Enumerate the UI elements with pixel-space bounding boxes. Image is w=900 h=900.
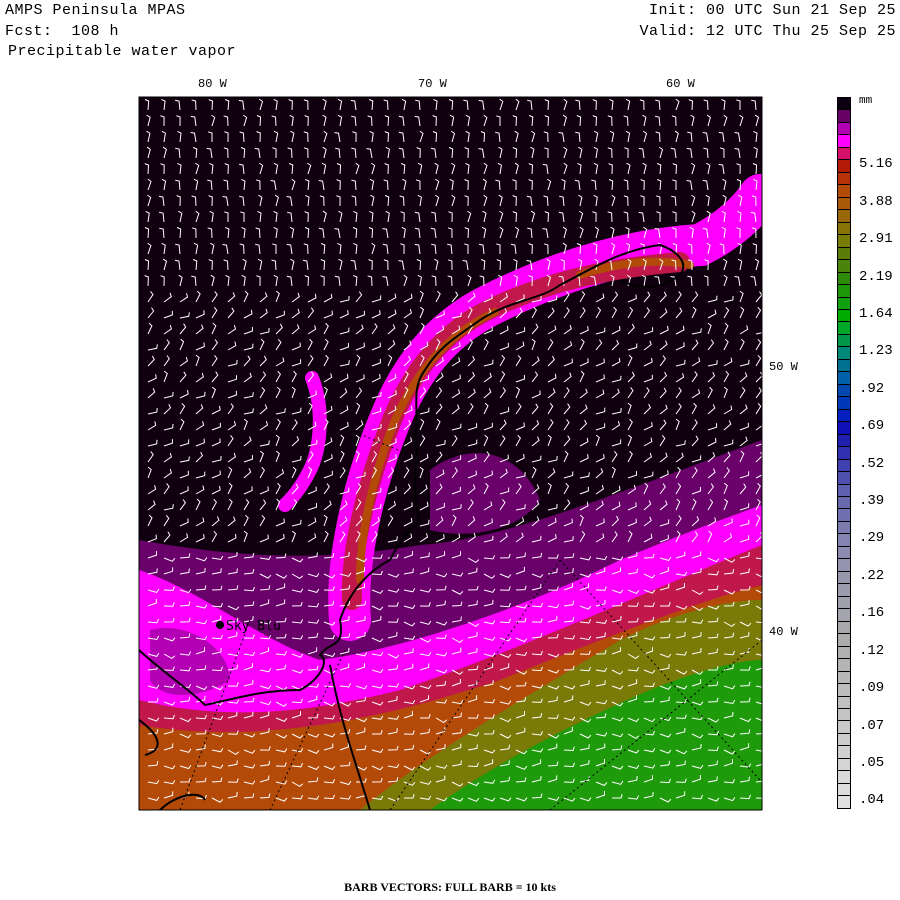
colorbar-swatch [837, 570, 851, 584]
colorbar-swatch [837, 134, 851, 147]
colorbar-label: .69 [859, 418, 885, 435]
colorbar-label: .04 [859, 792, 885, 809]
colorbar-swatch [837, 396, 851, 409]
colorbar-label: .09 [859, 680, 885, 697]
colorbar-swatch [837, 171, 851, 185]
colorbar-label: .12 [859, 642, 885, 659]
colorbar-label: 3.88 [859, 193, 893, 210]
colorbar-swatch [837, 234, 851, 247]
colorbar-label: .52 [859, 455, 885, 472]
colorbar-swatch [837, 246, 851, 260]
colorbar-swatch [837, 782, 851, 796]
colorbar-label: .39 [859, 493, 885, 510]
colorbar-swatch [837, 446, 851, 459]
colorbar-swatch [837, 707, 851, 721]
pwv-map: Sky Blu [138, 96, 763, 811]
colorbar-swatch [837, 608, 851, 621]
colorbar-swatch [837, 97, 851, 110]
colorbar-swatch [837, 483, 851, 496]
colorbar-label: 2.91 [859, 231, 893, 248]
colorbar-swatch [837, 620, 851, 634]
colorbar-swatch [837, 221, 851, 235]
colorbar-swatch [837, 670, 851, 684]
colorbar [837, 97, 851, 809]
colorbar-swatch [837, 333, 851, 347]
colorbar-swatch [837, 770, 851, 783]
colorbar-swatch [837, 458, 851, 472]
colorbar-label: .22 [859, 567, 885, 584]
colorbar-swatch [837, 595, 851, 609]
station-label: Sky Blu [226, 619, 281, 634]
colorbar-swatch [837, 683, 851, 696]
colorbar-swatch [837, 346, 851, 359]
colorbar-swatch [837, 583, 851, 596]
colorbar-label: 5.16 [859, 156, 893, 173]
colorbar-swatch [837, 383, 851, 397]
colorbar-swatch [837, 745, 851, 758]
colorbar-swatch [837, 284, 851, 297]
colorbar-swatch [837, 121, 851, 135]
colorbar-swatch [837, 496, 851, 509]
colorbar-swatch [837, 795, 851, 809]
colorbar-swatch [837, 146, 851, 160]
colorbar-swatch [837, 695, 851, 708]
colorbar-swatch [837, 520, 851, 534]
colorbar-label: 2.19 [859, 268, 893, 285]
colorbar-swatch [837, 296, 851, 309]
colorbar-label: .16 [859, 605, 885, 622]
colorbar-swatch [837, 271, 851, 285]
colorbar-swatch [837, 371, 851, 384]
colorbar-swatch [837, 421, 851, 434]
colorbar-label: .05 [859, 754, 885, 771]
colorbar-swatch [837, 184, 851, 197]
colorbar-label: 1.64 [859, 305, 893, 322]
colorbar-swatch [837, 471, 851, 484]
colorbar-swatch [837, 545, 851, 559]
colorbar-swatch [837, 645, 851, 659]
colorbar-swatch [837, 533, 851, 546]
colorbar-swatch [837, 109, 851, 122]
colorbar-swatch [837, 633, 851, 646]
station-marker[interactable] [216, 621, 224, 629]
colorbar-swatch [837, 558, 851, 571]
colorbar-label: .92 [859, 380, 885, 397]
colorbar-swatch [837, 308, 851, 322]
colorbar-swatch [837, 508, 851, 521]
colorbar-swatch [837, 658, 851, 671]
colorbar-swatch [837, 259, 851, 272]
colorbar-swatch [837, 321, 851, 334]
colorbar-swatch [837, 196, 851, 210]
colorbar-swatch [837, 408, 851, 422]
colorbar-swatch [837, 757, 851, 771]
colorbar-swatch [837, 720, 851, 733]
colorbar-unit: mm [859, 95, 873, 107]
colorbar-label: 1.23 [859, 343, 893, 360]
colorbar-swatch [837, 732, 851, 746]
colorbar-swatch [837, 159, 851, 172]
colorbar-swatch [837, 209, 851, 222]
colorbar-swatch [837, 358, 851, 372]
colorbar-label: .29 [859, 530, 885, 547]
colorbar-label: .07 [859, 717, 885, 734]
barb-legend: BARB VECTORS: FULL BARB = 10 kts [344, 880, 556, 894]
colorbar-swatch [837, 433, 851, 447]
